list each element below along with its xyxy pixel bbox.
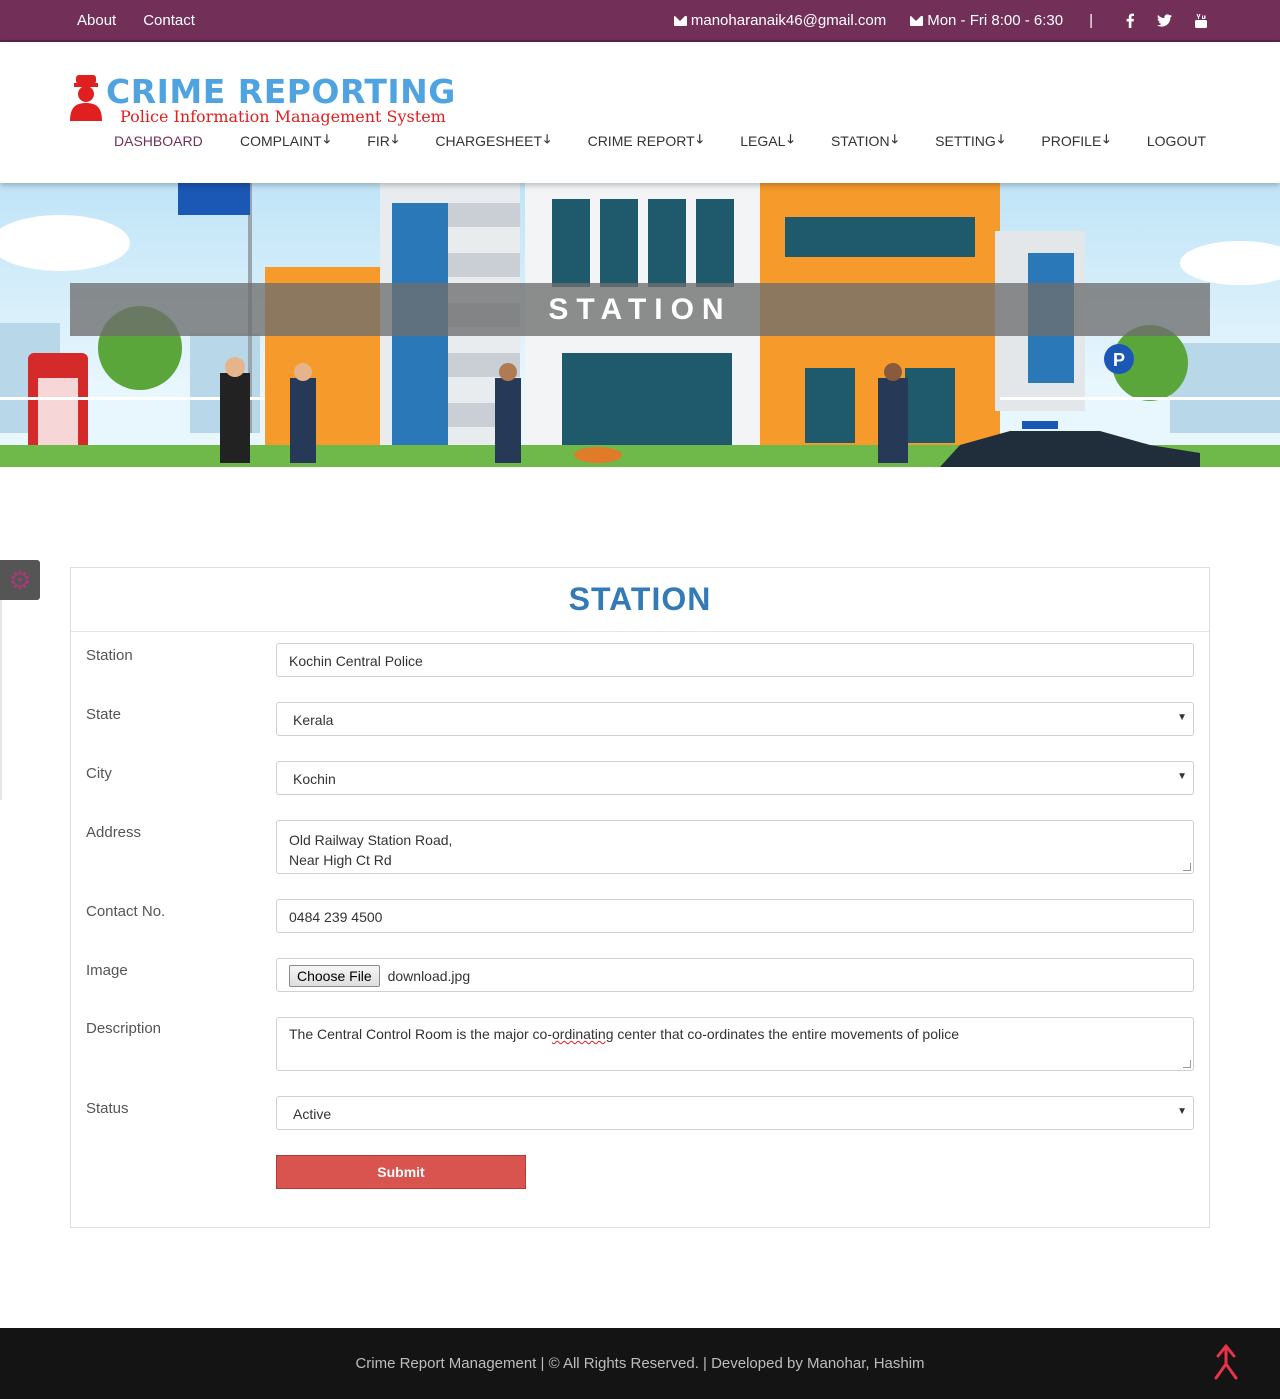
arrow-down-icon: 🡓	[391, 132, 399, 146]
description-text-end: center that co-ordinates the entire move…	[613, 1026, 960, 1042]
email-info: manoharanaik46@gmail.com	[673, 12, 887, 29]
contact-label: Contact No.	[86, 903, 166, 920]
site-header: CRIME REPORTING Police Information Manag…	[0, 42, 1280, 183]
contact-value: 0484 239 4500	[289, 909, 383, 925]
status-select[interactable]: Active ▼	[276, 1096, 1194, 1130]
panel-heading: STATION	[71, 568, 1209, 632]
side-divider	[0, 600, 2, 800]
footer-text: Crime Report Management | © All Rights R…	[355, 1355, 925, 1372]
nav-label: LEGAL	[740, 132, 786, 149]
file-name: download.jpg	[387, 968, 471, 984]
submit-button[interactable]: Submit	[276, 1155, 526, 1189]
nav-label: FIR	[367, 132, 390, 149]
separator: |	[1089, 12, 1093, 29]
site-footer: Crime Report Management | © All Rights R…	[0, 1328, 1280, 1399]
top-info: manoharanaik46@gmail.com Mon - Fri 8:00 …	[650, 12, 1208, 29]
status-value: Active	[293, 1106, 332, 1122]
nav-label: COMPLAINT	[240, 132, 322, 149]
twitter-icon[interactable]	[1157, 14, 1172, 27]
nav-legal[interactable]: LEGAL 🡓	[740, 130, 793, 151]
station-label: Station	[86, 647, 133, 664]
description-misspelled-word: ordinating	[552, 1026, 614, 1042]
image-label: Image	[86, 962, 128, 979]
nav-label: DASHBOARD	[114, 132, 203, 149]
banner-title-bar: STATION	[70, 283, 1210, 336]
status-label: Status	[86, 1100, 129, 1117]
gear-icon: ⚙	[8, 565, 32, 595]
address-textarea[interactable]: Old Railway Station Road, Near High Ct R…	[276, 820, 1194, 874]
envelope-icon	[673, 15, 687, 26]
nav-complaint[interactable]: COMPLAINT 🡓	[240, 130, 330, 151]
arrow-down-icon: 🡓	[891, 132, 898, 146]
nav-setting[interactable]: SETTING 🡓	[935, 130, 1004, 151]
main-nav: DASHBOARD COMPLAINT 🡓 FIR 🡓 CHARGESHEET 🡓 C…	[114, 130, 1206, 151]
back-to-top-icon[interactable]	[1212, 1344, 1240, 1380]
nav-label: STATION	[830, 132, 890, 149]
address-label: Address	[86, 824, 142, 841]
city-value: Kochin	[293, 771, 336, 787]
email-text: manoharanaik46@gmail.com	[690, 12, 887, 29]
page-banner: P STATION	[0, 183, 1280, 467]
description-textarea[interactable]: The Central Control Room is the major co…	[276, 1017, 1194, 1071]
station-input[interactable]: Kochin Central Police	[276, 643, 1194, 677]
nav-label: LOGOUT	[1146, 132, 1206, 149]
nav-label: CRIME REPORT	[587, 132, 695, 149]
nav-label: PROFILE	[1041, 132, 1102, 149]
form-title: STATION	[568, 581, 712, 617]
top-links: About Contact	[77, 12, 195, 29]
nav-station[interactable]: STATION 🡓	[831, 130, 898, 151]
image-file-input: Choose File download.jpg	[276, 958, 1194, 992]
settings-widget[interactable]: ⚙	[0, 560, 40, 600]
arrow-down-icon: 🡓	[323, 132, 330, 146]
top-bar: About Contact manoharanaik46@gmail.com M…	[0, 0, 1280, 42]
police-officer-icon	[70, 75, 102, 121]
station-value: Kochin Central Police	[289, 653, 423, 669]
state-value: Kerala	[293, 712, 334, 728]
description-text-start: The Central Control Room is the major co…	[289, 1026, 552, 1042]
station-form-panel: STATION Station Kochin Central Police St…	[70, 567, 1210, 1228]
hours-text: Mon - Fri 8:00 - 6:30	[927, 12, 1064, 29]
caret-down-icon: ▼	[1177, 1106, 1187, 1117]
address-line-1: Old Railway Station Road,	[289, 832, 453, 848]
address-line-2: Near High Ct Rd	[289, 852, 392, 868]
nav-label: SETTING	[935, 132, 996, 149]
youtube-icon[interactable]	[1194, 13, 1208, 29]
nav-label: CHARGESHEET	[435, 132, 542, 149]
arrow-down-icon: 🡓	[1103, 132, 1110, 146]
nav-fir[interactable]: FIR 🡓	[367, 130, 398, 151]
svg-text:P: P	[1113, 350, 1125, 370]
site-logo[interactable]: CRIME REPORTING Police Information Manag…	[68, 72, 468, 127]
nav-crime-report[interactable]: CRIME REPORT 🡓	[588, 130, 703, 151]
arrow-down-icon: 🡓	[997, 132, 1005, 146]
state-label: State	[86, 706, 122, 723]
city-label: City	[86, 765, 112, 782]
banner-title: STATION	[548, 292, 732, 326]
contact-input[interactable]: 0484 239 4500	[276, 899, 1194, 933]
hours-info: Mon - Fri 8:00 - 6:30	[910, 12, 1063, 29]
logo-title: CRIME REPORTING	[106, 72, 456, 111]
about-link[interactable]: About	[77, 12, 116, 29]
caret-down-icon: ▼	[1177, 712, 1187, 723]
nav-logout[interactable]: LOGOUT	[1147, 130, 1206, 151]
nav-chargesheet[interactable]: CHARGESHEET 🡓	[435, 130, 550, 151]
description-label: Description	[86, 1020, 162, 1037]
nav-profile[interactable]: PROFILE 🡓	[1041, 130, 1109, 151]
choose-file-button[interactable]: Choose File	[289, 965, 380, 987]
facebook-icon[interactable]	[1125, 13, 1135, 28]
nav-dashboard[interactable]: DASHBOARD	[114, 130, 203, 151]
arrow-down-icon: 🡓	[696, 132, 703, 146]
resize-handle-icon[interactable]	[1183, 1060, 1191, 1068]
envelope-icon	[910, 15, 924, 26]
state-select[interactable]: Kerala ▼	[276, 702, 1194, 736]
contact-link[interactable]: Contact	[143, 12, 195, 29]
arrow-down-icon: 🡓	[544, 132, 551, 146]
caret-down-icon: ▼	[1177, 771, 1187, 782]
arrow-down-icon: 🡓	[787, 132, 794, 146]
city-select[interactable]: Kochin ▼	[276, 761, 1194, 795]
resize-handle-icon[interactable]	[1183, 863, 1191, 871]
logo-subtitle: Police Information Management System	[120, 107, 446, 126]
